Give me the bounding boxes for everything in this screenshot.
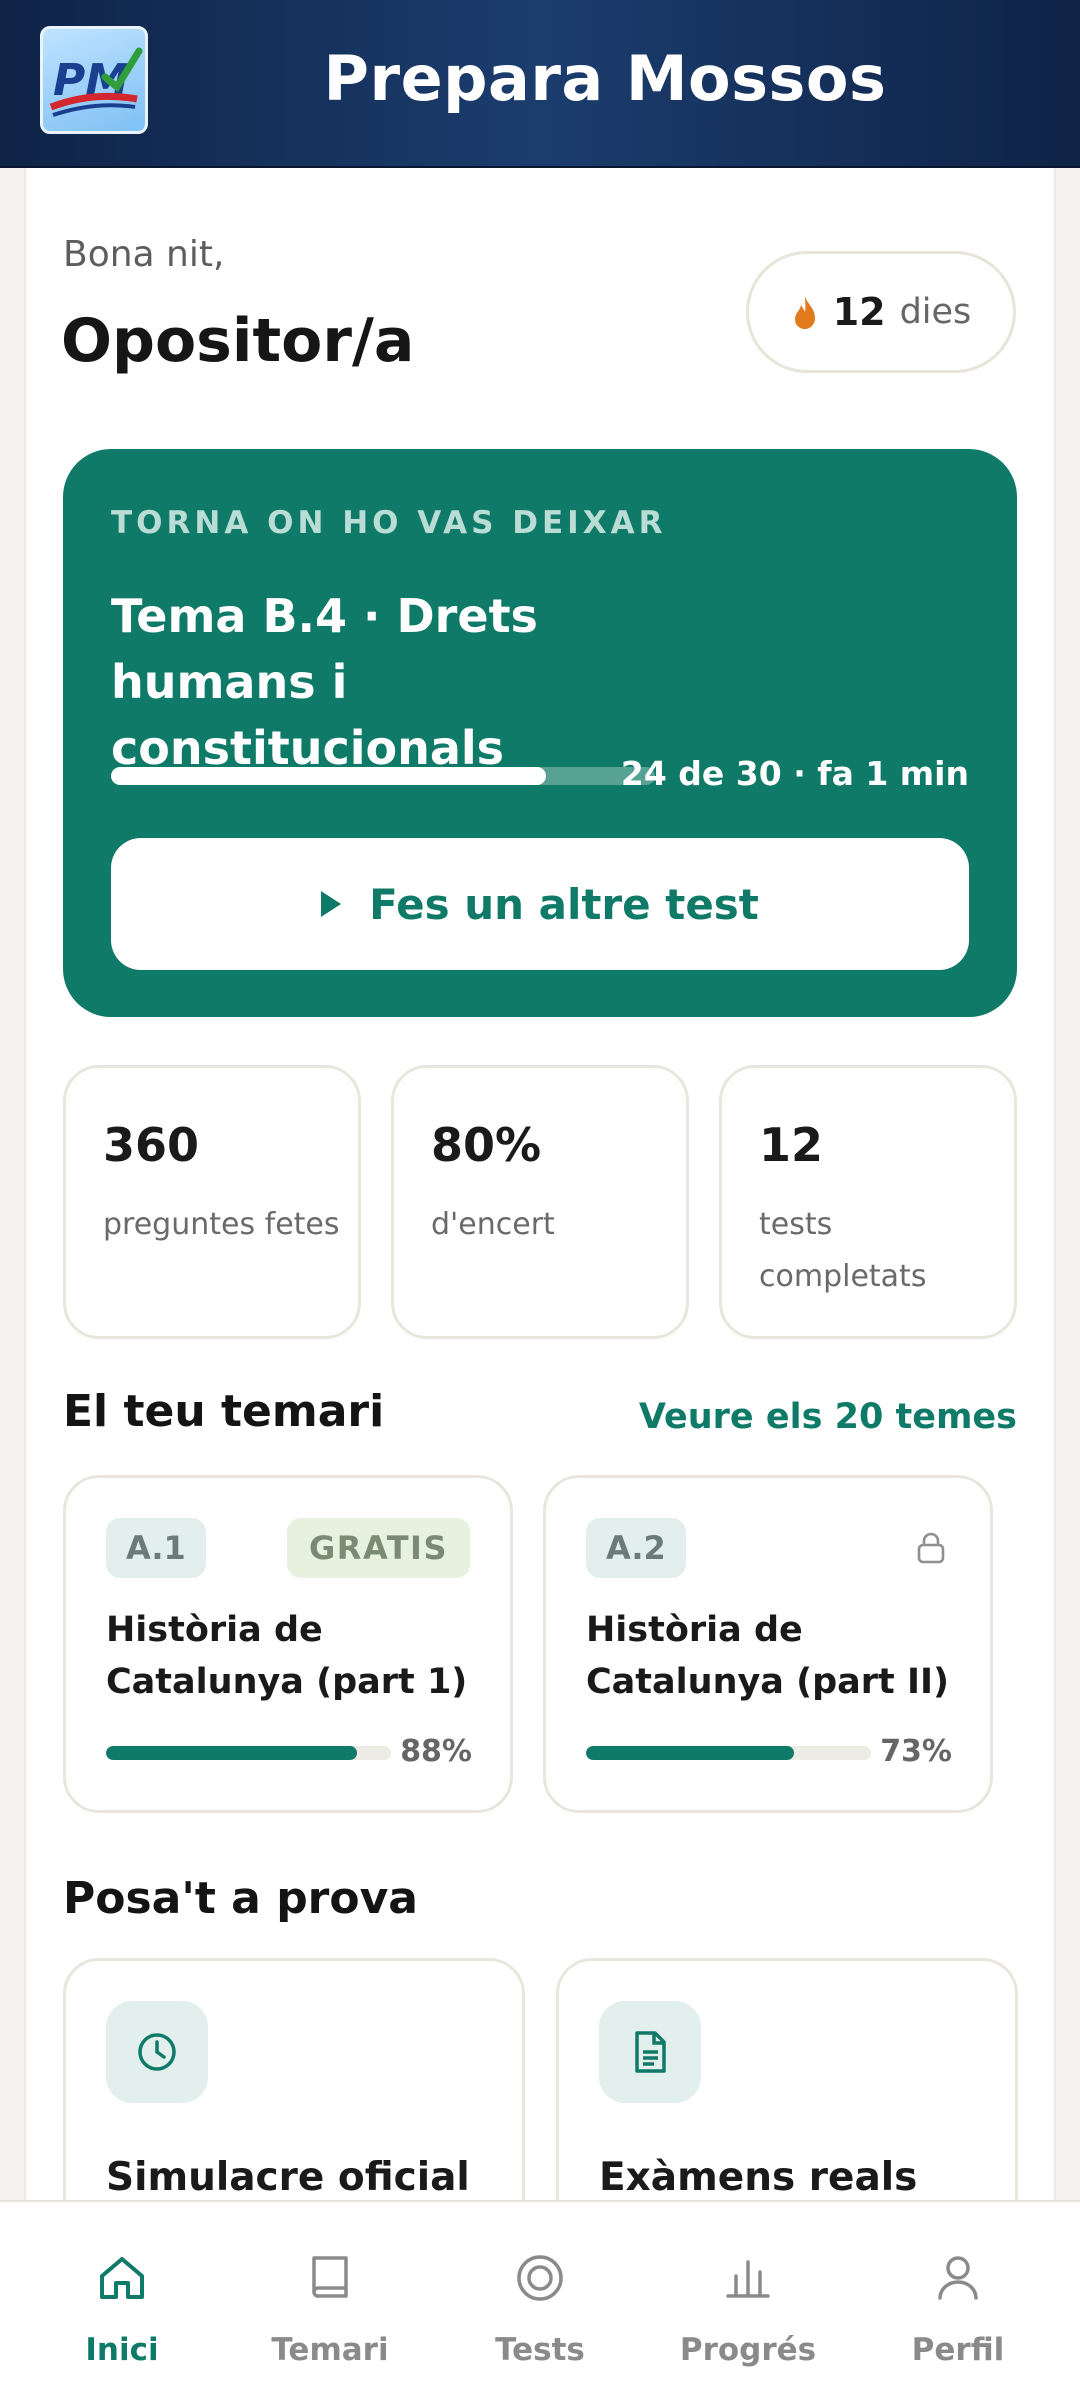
tab-label: Progrés <box>679 2332 817 2368</box>
lock-icon <box>917 1532 945 1564</box>
topic-progress-fill <box>106 1746 357 1760</box>
streak-unit: dies <box>899 292 972 332</box>
topic-title: Història de Catalunya (part 1) <box>106 1610 468 1702</box>
topic-percent: 73% <box>880 1734 952 1769</box>
stat-value: 360 <box>103 1118 200 1172</box>
home-icon <box>100 2257 144 2299</box>
stat-card-accuracy: 80% d'encert <box>391 1065 689 1339</box>
tab-label: Inici <box>85 2332 159 2368</box>
target-icon <box>517 2255 563 2301</box>
stat-value: 12 <box>759 1118 824 1172</box>
stat-card-tests: 12 tests completats <box>719 1065 1017 1339</box>
see-all-topics-link[interactable]: Veure els 20 temes <box>639 1397 1017 1437</box>
app-header: PM Prepara Mossos <box>0 0 1080 168</box>
topic-progress-bar <box>586 1746 871 1760</box>
practice-section-title: Posa't a prova <box>63 1873 418 1924</box>
tab-inici[interactable]: Inici <box>14 2202 230 2400</box>
greeting-salutation: Bona nit, <box>63 234 225 275</box>
stat-value: 80% <box>431 1118 542 1172</box>
user-icon <box>938 2256 978 2300</box>
resume-topic-title: Tema B.4 · Drets humans i constitucional… <box>111 589 538 775</box>
topic-card-a2[interactable]: A.2 Història de Catalunya (part II) 73% <box>543 1475 993 1813</box>
flame-icon <box>794 296 815 329</box>
resume-card[interactable]: TORNA ON HO VAS DEIXAR Tema B.4 · Drets … <box>63 449 1017 1017</box>
stat-label: tests completats <box>759 1207 927 1294</box>
topic-percent: 88% <box>400 1734 472 1769</box>
play-icon <box>321 891 342 917</box>
clock-icon <box>106 2001 208 2103</box>
user-name: Opositor/a <box>61 306 415 376</box>
free-badge: GRATIS <box>287 1518 470 1578</box>
mode-title: Exàmens reals <box>599 2155 918 2200</box>
bottom-tab-bar: Inici Temari Tests Progrés Perfil <box>0 2200 1080 2400</box>
streak-badge[interactable]: 12 dies <box>746 251 1016 373</box>
tab-label: Perfil <box>911 2332 1005 2368</box>
stat-label: d'encert <box>431 1207 555 1242</box>
streak-count: 12 <box>832 290 886 334</box>
book-icon <box>312 2256 348 2298</box>
app-title: Prepara Mossos <box>323 42 887 115</box>
tab-label: Temari <box>271 2332 389 2368</box>
another-test-button[interactable]: Fes un altre test <box>111 838 969 970</box>
resume-eyebrow: TORNA ON HO VAS DEIXAR <box>111 505 667 541</box>
mode-title: Simulacre oficial <box>106 2155 470 2200</box>
topic-progress-bar <box>106 1746 391 1760</box>
tab-tests[interactable]: Tests <box>432 2202 648 2400</box>
another-test-label: Fes un altre test <box>369 879 759 929</box>
topic-code: A.1 <box>106 1518 206 1578</box>
topic-title: Història de Catalunya (part II) <box>586 1610 949 1702</box>
stat-card-questions: 360 preguntes fetes <box>63 1065 361 1339</box>
topic-progress-fill <box>586 1746 795 1760</box>
document-icon <box>599 2001 701 2103</box>
stat-label: preguntes fetes <box>103 1207 340 1242</box>
resume-progress-bar <box>111 767 655 785</box>
resume-progress-text: 24 de 30 · fa 1 min <box>620 754 969 793</box>
topic-card-a1[interactable]: A.1 GRATIS Història de Catalunya (part 1… <box>63 1475 513 1813</box>
tab-label: Tests <box>495 2332 585 2368</box>
topic-code: A.2 <box>586 1518 686 1578</box>
tab-temari[interactable]: Temari <box>222 2202 438 2400</box>
bar-chart-icon <box>726 2260 770 2298</box>
temari-section-title: El teu temari <box>63 1386 385 1437</box>
tab-progres[interactable]: Progrés <box>640 2202 856 2400</box>
tab-perfil[interactable]: Perfil <box>850 2202 1066 2400</box>
resume-progress-fill <box>111 767 547 785</box>
